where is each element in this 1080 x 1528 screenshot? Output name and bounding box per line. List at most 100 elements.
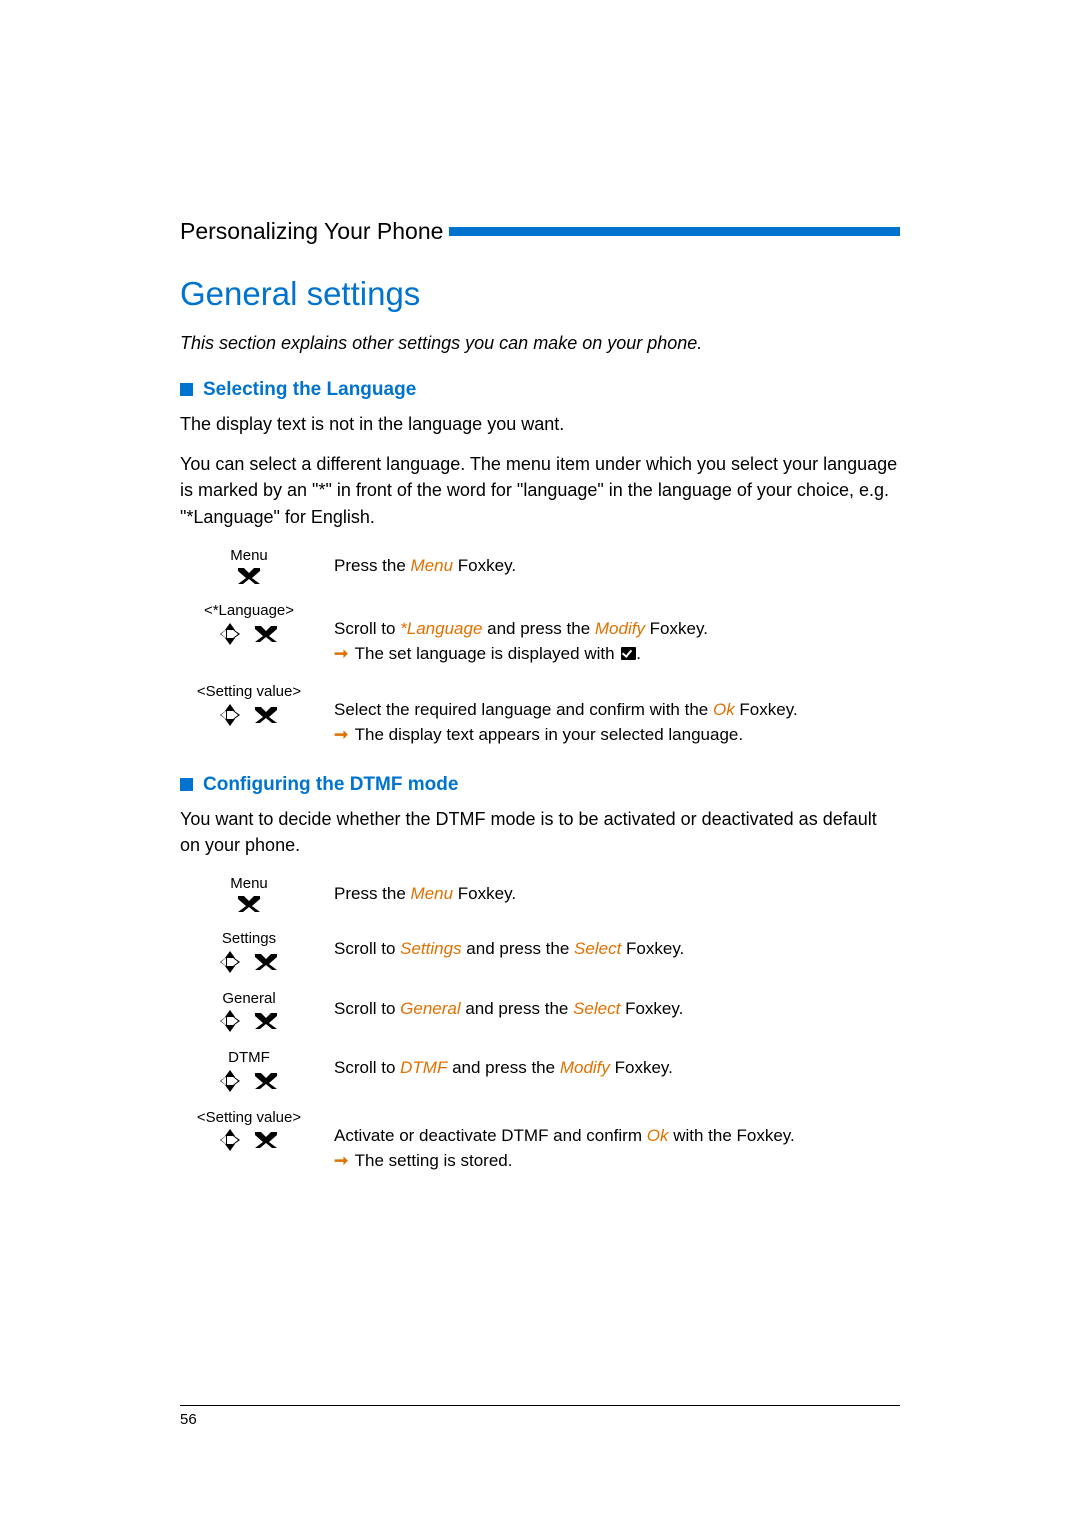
ui-term: Settings [400, 939, 461, 958]
ui-term: Modify [595, 619, 645, 638]
section-heading-dtmf: Configuring the DTMF mode [180, 774, 900, 796]
nav-arrows-icon [220, 951, 278, 973]
step-key-label: Menu [180, 548, 318, 565]
step-row: <*Language> Scroll to *Language and pres… [180, 603, 900, 666]
step-line: Scroll to Settings and press the Select … [334, 937, 900, 962]
step-key: DTMF [180, 1050, 318, 1092]
nav-cluster [180, 1009, 318, 1032]
intro-text: This section explains other settings you… [180, 331, 900, 355]
step-key: Menu [180, 548, 318, 586]
step-key-label: Menu [180, 876, 318, 893]
step-line: Select the required language and confirm… [334, 698, 900, 723]
nav-cluster [180, 950, 318, 973]
step-key: <Setting value> [180, 684, 318, 726]
step-result: ➞ The set language is displayed with . [334, 642, 900, 667]
nav-arrows-icon [220, 1070, 278, 1092]
foxkey-icon [254, 953, 278, 971]
steps-dtmf: MenuPress the Menu Foxkey.Settings Scrol… [180, 876, 900, 1173]
nav-cluster [180, 703, 318, 726]
step-instruction: Scroll to DTMF and press the Modify Foxk… [318, 1050, 900, 1081]
result-arrow-icon: ➞ [334, 644, 348, 663]
step-key-label: <*Language> [180, 603, 318, 620]
breadcrumb: Personalizing Your Phone [180, 218, 443, 245]
arrow-down-icon [225, 1025, 235, 1032]
step-row: DTMF Scroll to DTMF and press the Modify… [180, 1050, 900, 1092]
step-result: ➞ The setting is stored. [334, 1149, 900, 1174]
step-instruction: Scroll to General and press the Select F… [318, 991, 900, 1022]
step-instruction: Select the required language and confirm… [318, 684, 900, 747]
body-text: You can select a different language. The… [180, 451, 900, 529]
arrow-down-icon [225, 1144, 235, 1151]
step-key: <*Language> [180, 603, 318, 645]
step-line: Scroll to General and press the Select F… [334, 997, 900, 1022]
footer-rule [180, 1405, 900, 1406]
step-key-label: Settings [180, 931, 318, 948]
document-page: Personalizing Your Phone General setting… [0, 0, 1080, 1528]
foxkey-icon [254, 1012, 278, 1030]
result-arrow-icon: ➞ [334, 725, 348, 744]
page-title: General settings [180, 275, 900, 313]
step-key: Menu [180, 876, 318, 914]
step-key-label: General [180, 991, 318, 1008]
body-text: You want to decide whether the DTMF mode… [180, 806, 900, 858]
step-row: <Setting value> Activate or deactivate D… [180, 1110, 900, 1173]
ui-term: Ok [647, 1126, 669, 1145]
arrow-down-icon [225, 638, 235, 645]
nav-arrows-icon [220, 1129, 278, 1151]
ui-term: Ok [713, 700, 735, 719]
step-row: MenuPress the Menu Foxkey. [180, 876, 900, 914]
ui-term: Menu [411, 556, 454, 575]
step-key-label: <Setting value> [180, 1110, 318, 1127]
ui-term: Select [573, 999, 620, 1018]
ui-term: Select [574, 939, 621, 958]
step-row: Settings Scroll to Settings and press th… [180, 931, 900, 973]
foxkey-icon [237, 567, 261, 585]
step-instruction: Press the Menu Foxkey. [318, 876, 900, 907]
step-key: General [180, 991, 318, 1033]
page-number: 56 [180, 1411, 197, 1428]
step-line: Press the Menu Foxkey. [334, 554, 900, 579]
foxkey-icon [237, 895, 261, 913]
foxkey-icon [254, 1072, 278, 1090]
section-heading-language: Selecting the Language [180, 379, 900, 401]
foxkey-icon [254, 706, 278, 724]
step-line: Press the Menu Foxkey. [334, 882, 900, 907]
step-row: General Scroll to General and press the … [180, 991, 900, 1033]
arrow-down-icon [225, 966, 235, 973]
ui-term: DTMF [400, 1058, 447, 1077]
ui-term: General [400, 999, 460, 1018]
checkmark-icon [621, 647, 636, 660]
steps-language: MenuPress the Menu Foxkey.<*Language> Sc… [180, 548, 900, 748]
step-key: Settings [180, 931, 318, 973]
step-line: Scroll to DTMF and press the Modify Foxk… [334, 1056, 900, 1081]
step-line: Activate or deactivate DTMF and confirm … [334, 1124, 900, 1149]
page-header: Personalizing Your Phone [180, 218, 900, 245]
nav-arrows-icon [220, 704, 278, 726]
arrow-down-icon [225, 1085, 235, 1092]
foxkey-icon [254, 625, 278, 643]
step-instruction: Press the Menu Foxkey. [318, 548, 900, 579]
nav-arrows-icon [220, 1010, 278, 1032]
result-arrow-icon: ➞ [334, 1151, 348, 1170]
step-instruction: Activate or deactivate DTMF and confirm … [318, 1110, 900, 1173]
step-instruction: Scroll to Settings and press the Select … [318, 931, 900, 962]
foxkey-icon [237, 567, 261, 585]
foxkey-icon [254, 1131, 278, 1149]
nav-cluster [180, 1128, 318, 1151]
header-rule [449, 227, 900, 236]
step-instruction: Scroll to *Language and press the Modify… [318, 603, 900, 666]
step-result: ➞ The display text appears in your selec… [334, 723, 900, 748]
nav-arrows-icon [220, 623, 278, 645]
ui-term: Menu [411, 884, 454, 903]
ui-term: Modify [560, 1058, 610, 1077]
step-row: MenuPress the Menu Foxkey. [180, 548, 900, 586]
step-key-label: <Setting value> [180, 684, 318, 701]
nav-cluster [180, 1069, 318, 1092]
step-row: <Setting value> Select the required lang… [180, 684, 900, 747]
step-key-label: DTMF [180, 1050, 318, 1067]
step-key: <Setting value> [180, 1110, 318, 1152]
nav-cluster [180, 622, 318, 645]
arrow-down-icon [225, 719, 235, 726]
foxkey-icon [237, 895, 261, 913]
step-line: Scroll to *Language and press the Modify… [334, 617, 900, 642]
